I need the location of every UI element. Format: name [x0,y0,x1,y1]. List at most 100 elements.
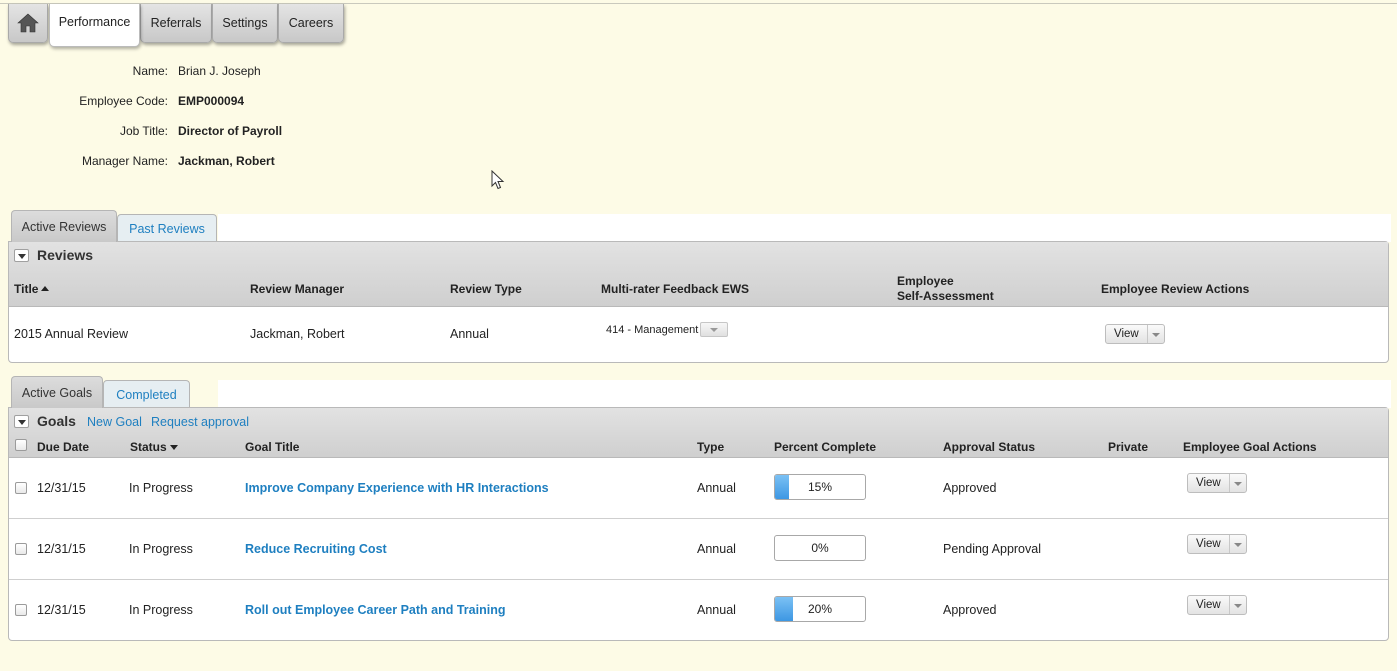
col-self-assessment-line2: Self-Assessment [897,289,994,303]
goal-progress-bar: 0% [774,535,866,561]
goal-approval-status: Pending Approval [943,542,1041,556]
goal-row-checkbox[interactable] [15,543,27,555]
goal-view-button[interactable]: View [1187,534,1247,554]
goal-due-date: 12/31/15 [37,603,86,617]
goal-status: In Progress [129,603,193,617]
tab-active-reviews[interactable]: Active Reviews [11,210,117,242]
tab-referrals[interactable]: Referrals [140,4,212,43]
reviews-panel: Reviews Title Review Manager Review Type… [8,241,1389,363]
tab-active-goals[interactable]: Active Goals [11,376,103,408]
tab-completed-goals[interactable]: Completed [103,380,190,408]
col-review-manager: Review Manager [250,282,345,296]
review-view-button[interactable]: View [1105,324,1165,344]
tab-referrals-label: Referrals [150,16,202,30]
chevron-down-icon[interactable] [1230,596,1246,614]
goal-row-checkbox[interactable] [15,482,27,494]
goal-progress-bar: 20% [774,596,866,622]
tab-performance[interactable]: Performance [49,4,140,47]
chevron-down-icon[interactable] [1148,325,1164,343]
goal-approval-status: Approved [943,603,997,617]
goal-status: In Progress [129,481,193,495]
tab-active-reviews-label: Active Reviews [21,219,107,234]
sort-desc-icon [169,445,178,450]
col-private: Private [1108,440,1149,454]
goal-type: Annual [697,603,736,617]
review-tabstrip-bg [218,214,1391,242]
goal-type: Annual [697,542,736,556]
request-approval-link[interactable]: Request approval [151,415,249,429]
col-self-assessment-line1: Employee [897,274,954,288]
tab-active-goals-label: Active Goals [21,385,93,400]
reviews-collapse-button[interactable] [14,249,29,262]
ews-feedback-value: 414 - Management [606,323,699,336]
col-type: Type [697,440,725,454]
home-icon [17,13,39,33]
chevron-down-icon [700,322,729,337]
tab-performance-label: Performance [58,15,131,29]
review-type: Annual [450,327,489,341]
goal-view-button[interactable]: View [1187,595,1247,615]
goal-row-checkbox[interactable] [15,604,27,616]
goal-type: Annual [697,481,736,495]
tab-careers[interactable]: Careers [278,4,344,43]
goal-progress-bar: 15% [774,474,866,500]
chevron-down-icon[interactable] [1230,474,1246,492]
select-all-checkbox[interactable] [15,439,27,451]
tab-settings-label: Settings [222,16,268,30]
goal-approval-status: Approved [943,481,997,495]
row-divider [9,518,1388,519]
col-review-type: Review Type [450,282,522,296]
goal-title-link[interactable]: Reduce Recruiting Cost [245,542,387,556]
goal-title-link[interactable]: Improve Company Experience with HR Inter… [245,481,549,495]
employee-name: Brian J. Joseph [178,64,261,78]
employee-manager: Jackman, Robert [178,154,275,168]
goal-view-label: View [1188,535,1230,553]
goal-title-link[interactable]: Roll out Employee Career Path and Traini… [245,603,505,617]
goal-view-button[interactable]: View [1187,473,1247,493]
tab-completed-label: Completed [116,387,177,402]
goal-view-label: View [1188,596,1230,614]
col-title-header[interactable]: Title [14,282,50,297]
col-review-actions: Employee Review Actions [1101,282,1250,296]
row-divider [9,579,1388,580]
goals-collapse-button[interactable] [14,415,29,428]
home-tab[interactable] [8,4,48,43]
tab-past-reviews[interactable]: Past Reviews [117,214,217,242]
goal-due-date: 12/31/15 [37,481,86,495]
goal-status: In Progress [129,542,193,556]
col-status-label: Status [130,440,167,454]
col-multirater-feedback: Multi-rater Feedback EWS [601,282,750,296]
col-goal-actions: Employee Goal Actions [1183,440,1317,454]
job-label: Job Title: [119,124,168,138]
employee-job-title: Director of Payroll [178,124,283,138]
tab-settings[interactable]: Settings [212,4,278,43]
goal-tabstrip-bg [218,380,1391,408]
review-title: 2015 Annual Review [14,327,128,341]
col-title-label: Title [14,282,39,296]
col-status-header[interactable]: Status [130,440,178,455]
goal-progress-label: 0% [811,541,829,555]
review-view-label: View [1106,325,1148,343]
chevron-down-icon[interactable] [1230,535,1246,553]
goal-due-date: 12/31/15 [37,542,86,556]
goal-progress-label: 20% [807,602,833,616]
reviews-header: Reviews Title Review Manager Review Type… [9,242,1388,307]
col-approval-status: Approval Status [943,440,1036,454]
tab-careers-label: Careers [288,16,334,30]
new-goal-link[interactable]: New Goal [87,415,142,429]
ews-feedback-select[interactable]: 414 - Management [606,322,729,337]
manager-label: Manager Name: [81,154,168,168]
col-due-date: Due Date [37,440,90,454]
mouse-pointer-icon [491,170,505,190]
reviews-title: Reviews [37,247,94,263]
col-goal-title: Goal Title [245,440,300,454]
goals-panel: Goals New Goal Request approval Due Date… [8,407,1389,641]
code-label: Employee Code: [79,94,168,108]
name-label: Name: [132,64,168,78]
employee-code: EMP000094 [178,94,245,108]
goals-header: Goals New Goal Request approval Due Date… [9,408,1388,458]
goals-title: Goals [37,413,76,429]
sort-asc-icon [41,286,50,291]
review-manager: Jackman, Robert [250,327,345,341]
goal-progress-label: 15% [807,480,833,494]
